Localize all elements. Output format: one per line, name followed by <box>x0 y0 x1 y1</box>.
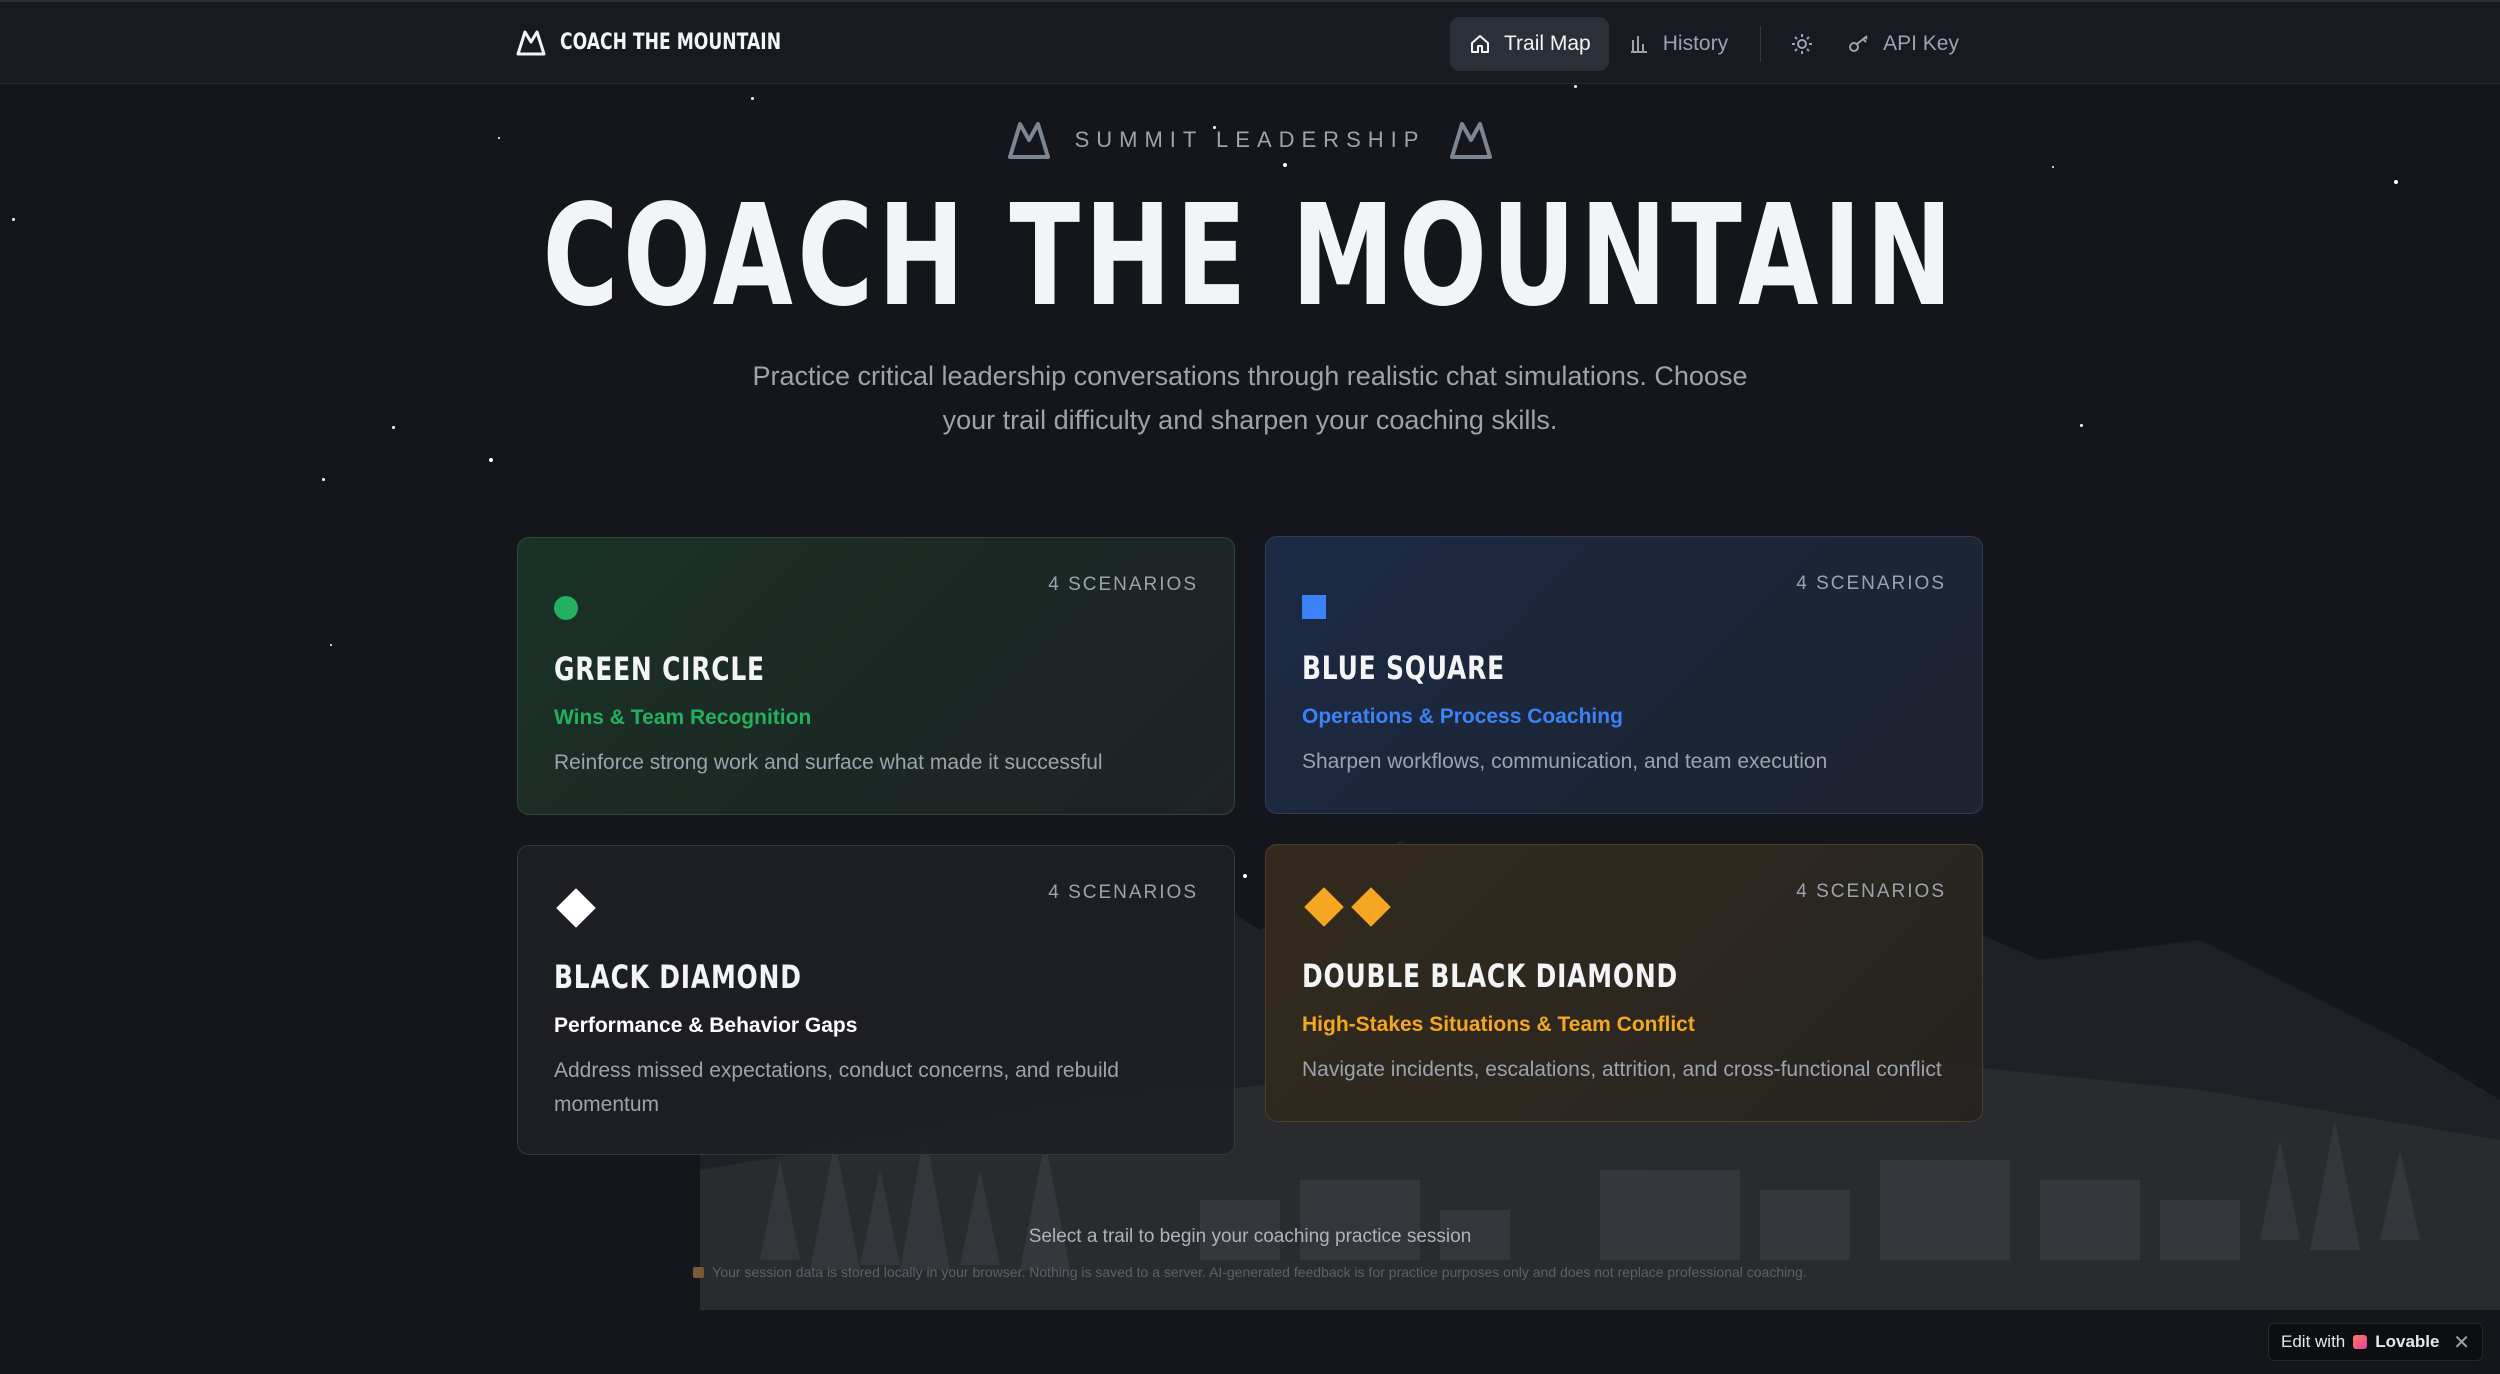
hero-title: COACH THE MOUNTAIN <box>0 182 2500 332</box>
trail-description: Navigate incidents, escalations, attriti… <box>1302 1058 1942 1081</box>
close-icon[interactable]: ✕ <box>2453 1330 2470 1355</box>
home-icon <box>1471 35 1489 53</box>
key-icon <box>1849 35 1868 52</box>
brand-name: COACH THE MOUNTAIN <box>560 29 782 55</box>
footer-hint: Select a trail to begin your coaching pr… <box>1028 1226 1472 1247</box>
trail-card-green-circle[interactable]: 4 SCENARIOS GREEN CIRCLE Wins & Team Rec… <box>517 537 1235 815</box>
trail-description: Sharpen workflows, communication, and te… <box>1302 750 1828 773</box>
eyebrow-text: SUMMIT LEADERSHIP <box>1074 127 1426 152</box>
badge-prefix: Edit with <box>2281 1332 2346 1351</box>
nav-trail-map-label: Trail Map <box>1504 32 1591 55</box>
black-diamond-icon <box>556 888 596 928</box>
mountain-logo-icon <box>516 30 546 56</box>
scenario-count: 4 SCENARIOS <box>1048 574 1198 595</box>
trail-subtitle: High-Stakes Situations & Team Conflict <box>1302 1013 1695 1036</box>
scenario-count: 4 SCENARIOS <box>1796 881 1946 902</box>
mountain-left-icon <box>1007 122 1050 159</box>
trail-subtitle: Performance & Behavior Gaps <box>554 1014 858 1037</box>
trail-subtitle: Wins & Team Recognition <box>554 706 812 729</box>
badge-brand: Lovable <box>2375 1332 2440 1351</box>
trail-card-blue-square[interactable]: 4 SCENARIOS BLUE SQUARE Operations & Pro… <box>1265 536 1983 814</box>
trail-description: Address missed expectations, conduct con… <box>554 1059 1119 1116</box>
hero-eyebrow: SUMMIT LEADERSHIP <box>0 120 2500 160</box>
theme-toggle-button[interactable] <box>1775 17 1829 71</box>
nav-links: Trail Map History API Key <box>1450 17 1977 71</box>
trail-card-black-diamond[interactable]: 4 SCENARIOS BLACK DIAMOND Performance & … <box>517 845 1235 1155</box>
trail-card-double-black-diamond[interactable]: 4 SCENARIOS DOUBLE BLACK DIAMOND High-St… <box>1265 844 1983 1122</box>
footer-privacy-note: Your session data is stored locally in y… <box>0 1264 2500 1280</box>
trail-title: DOUBLE BLACK DIAMOND <box>1302 957 1679 995</box>
nav-history-button[interactable]: History <box>1609 17 1746 71</box>
nav-trail-map-button[interactable]: Trail Map <box>1450 17 1609 71</box>
trail-title: GREEN CIRCLE <box>554 650 765 688</box>
trail-title: BLACK DIAMOND <box>554 958 802 996</box>
green-circle-icon <box>554 596 578 620</box>
bar-chart-icon <box>1630 36 1647 53</box>
blue-square-icon <box>1302 595 1326 619</box>
top-navbar: COACH THE MOUNTAIN Trail Map History API… <box>0 0 2500 84</box>
scenario-count: 4 SCENARIOS <box>1048 882 1198 903</box>
scenario-count: 4 SCENARIOS <box>1796 573 1946 594</box>
lock-icon <box>693 1267 705 1278</box>
trail-subtitle: Operations & Process Coaching <box>1302 705 1623 728</box>
api-key-button[interactable]: API Key <box>1829 17 1977 71</box>
privacy-note-text: Your session data is stored locally in y… <box>712 1264 1807 1280</box>
lovable-heart-icon <box>2353 1335 2368 1349</box>
mountain-right-icon <box>1450 122 1493 159</box>
nav-divider <box>1760 26 1762 62</box>
sun-icon <box>1792 34 1813 54</box>
brand-logo[interactable]: COACH THE MOUNTAIN <box>516 28 843 56</box>
double-diamond-icon <box>1304 887 1391 927</box>
hero-subtitle: Practice critical leadership conversatio… <box>752 361 1748 435</box>
edit-with-lovable-badge[interactable]: Edit with Lovable ✕ <box>2268 1323 2483 1361</box>
hero-title-text: COACH THE MOUNTAIN <box>542 175 1958 338</box>
api-key-label: API Key <box>1883 32 1959 55</box>
nav-history-label: History <box>1662 32 1729 55</box>
trail-description: Reinforce strong work and surface what m… <box>554 751 1103 774</box>
trail-title: BLUE SQUARE <box>1302 649 1505 687</box>
